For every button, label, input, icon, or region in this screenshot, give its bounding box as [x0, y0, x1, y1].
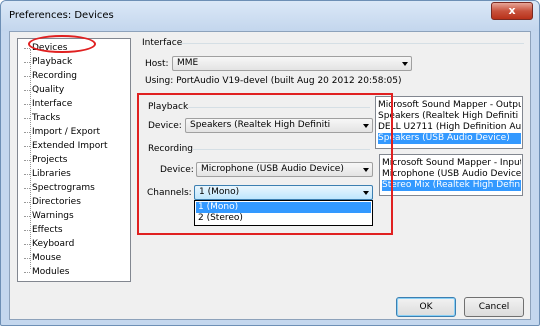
tree-dots [24, 132, 30, 133]
tree-dots [24, 90, 30, 91]
dialog-client-area: Devices Playback Recording Quality Interface… [9, 31, 531, 320]
tree-item-label: Playback [32, 57, 73, 67]
tree-dots [24, 160, 30, 161]
tree-item-label: Quality [32, 85, 65, 95]
tree-item-label: Keyboard [32, 239, 75, 249]
cancel-button[interactable]: Cancel [464, 297, 524, 317]
interface-group-line [180, 43, 524, 44]
recording-device-list[interactable]: Microsoft Sound Mapper - Input Microphone… [379, 154, 523, 196]
tree-item-label: Projects [32, 155, 68, 165]
tree-item-label: Import / Export [32, 127, 101, 137]
tree-dots [24, 146, 30, 147]
chevron-down-icon [402, 62, 408, 66]
tree-dots [24, 272, 30, 273]
tree-dots [24, 202, 30, 203]
tree-dots [24, 188, 30, 189]
ok-button[interactable]: OK [396, 297, 456, 317]
list-option[interactable]: Microsoft Sound Mapper - Output [378, 100, 521, 111]
tree-dots [24, 174, 30, 175]
tree-item-label: Libraries [32, 169, 71, 179]
tree-dots [24, 62, 30, 63]
category-tree[interactable]: Devices Playback Recording Quality Interface… [17, 38, 131, 282]
title-bar[interactable]: Preferences: Devices x [1, 1, 539, 31]
tree-item-label: Mouse [32, 253, 62, 263]
tree-item-label: Warnings [32, 211, 74, 221]
interface-group-label: Interface [142, 38, 183, 48]
list-option[interactable]: Stereo Mix (Realtek High Defini [382, 180, 521, 191]
host-label: Host: [145, 59, 169, 69]
playback-device-list[interactable]: Microsoft Sound Mapper - Output Speakers … [375, 96, 523, 149]
portaudio-version-text: Using: PortAudio V19-devel (built Aug 20… [145, 76, 402, 86]
devices-highlight-ellipse [28, 35, 96, 53]
close-icon: x [508, 4, 516, 17]
tree-item-label: Directories [32, 197, 81, 207]
window-title: Preferences: Devices [9, 10, 114, 21]
tree-item-label: Tracks [32, 113, 61, 123]
list-option[interactable]: Microphone (USB Audio Device) [382, 169, 521, 180]
host-dropdown[interactable]: MME [172, 56, 412, 71]
list-option[interactable]: Speakers (Realtek High Definiti [378, 111, 521, 122]
tree-connector-line [30, 49, 31, 269]
tree-item-label: Extended Import [32, 141, 108, 151]
tree-dots [24, 76, 30, 77]
highlight-box [137, 93, 393, 235]
host-dropdown-value: MME [177, 58, 199, 68]
tree-dots [24, 48, 30, 49]
tree-dots [24, 118, 30, 119]
tree-dots [24, 244, 30, 245]
list-option[interactable]: Microsoft Sound Mapper - Input [382, 158, 521, 169]
preferences-window: Preferences: Devices x Devices Playback Re… [0, 0, 540, 326]
list-option[interactable]: Speakers (USB Audio Device) [378, 133, 521, 144]
tree-dots [24, 216, 30, 217]
tree-item-label: Effects [32, 225, 63, 235]
tree-item-label: Modules [32, 267, 70, 277]
tree-dots [24, 104, 30, 105]
close-button[interactable]: x [491, 2, 533, 20]
tree-item-label: Spectrograms [32, 183, 95, 193]
tree-item-label: Recording [32, 71, 78, 81]
list-option[interactable]: DELL U2711 (High Definition Aud [378, 122, 521, 133]
tree-item-label: Interface [32, 99, 73, 109]
tree-dots [24, 258, 30, 259]
tree-dots [24, 230, 30, 231]
